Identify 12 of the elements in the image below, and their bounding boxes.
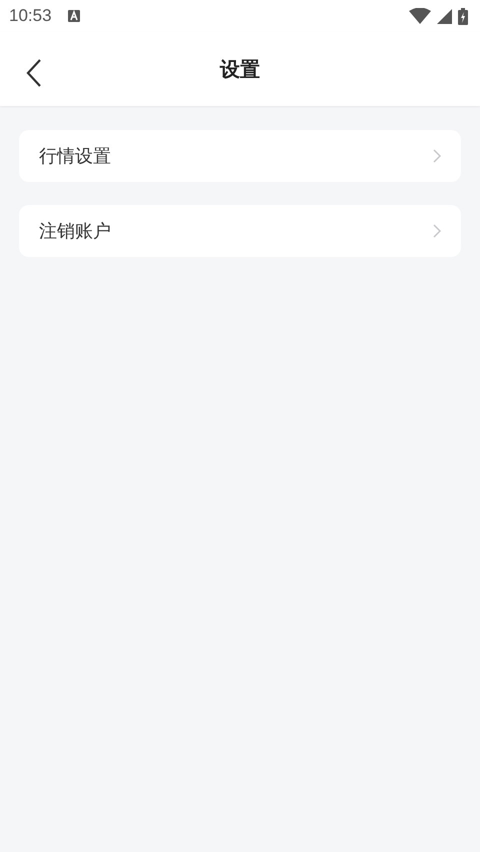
item-label: 注销账户 bbox=[39, 220, 111, 243]
page-title: 设置 bbox=[220, 56, 260, 82]
item-label: 行情设置 bbox=[39, 145, 111, 168]
chevron-icon bbox=[433, 149, 441, 163]
chevron-icon bbox=[433, 224, 441, 238]
status-time: 10:53 bbox=[9, 6, 52, 26]
battery-icon bbox=[458, 8, 468, 24]
settings-item[interactable]: 注销账户 bbox=[19, 205, 461, 257]
wifi-icon bbox=[409, 8, 431, 24]
notification-icon bbox=[68, 10, 80, 22]
signal-icon bbox=[437, 8, 452, 24]
settings-item[interactable]: 行情设置 bbox=[19, 130, 461, 182]
